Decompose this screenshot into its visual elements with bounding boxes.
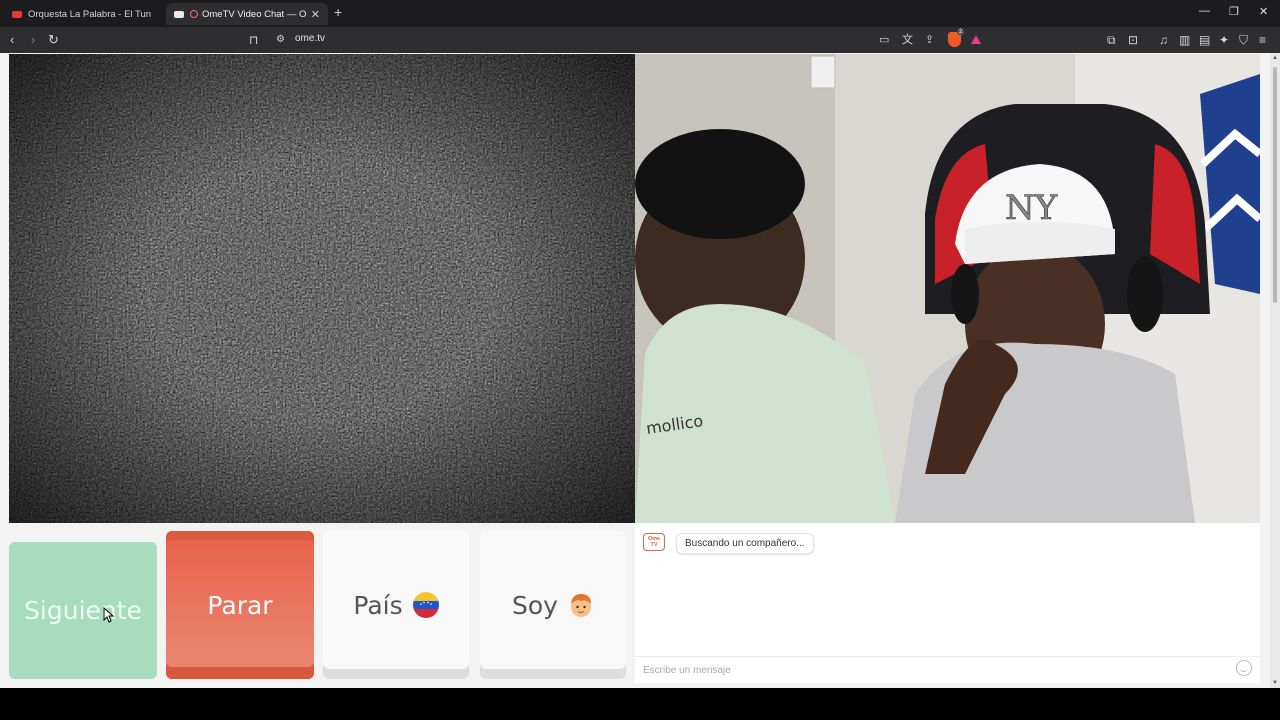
cast-icon[interactable]: ▭ [879,32,889,48]
recording-icon [190,10,198,18]
new-tab-icon[interactable]: + [334,4,342,20]
mouse-cursor-icon [103,607,115,623]
venezuela-flag-icon [412,592,439,618]
emoji-icon[interactable] [1236,660,1252,676]
translate-icon[interactable]: 文 [902,32,913,48]
minimize-icon[interactable]: — [1199,5,1210,17]
scrollbar-thumb[interactable] [1273,67,1277,303]
shield-count-badge: 2 [957,29,965,35]
youtube-icon [12,10,22,18]
taskbar-area [0,688,1280,720]
back-icon[interactable]: ‹ [10,32,14,48]
stop-label: Parar [207,590,273,620]
country-button[interactable]: País [323,531,469,679]
chat-panel: Ome TV Buscando un compañero... [635,523,1260,683]
menu-icon[interactable]: ≡ [1259,32,1266,48]
page-scrollbar[interactable]: ▲ ▼ [1270,53,1280,688]
sidebar-icon[interactable]: ▥ [1179,32,1190,48]
browser-toolbar: ‹ › ↻ ⊓ ⚙ ome.tv ▭ 文 ⇪ 2 ⧉ ⊡ ♫ ▥ ▤ ✦ ⛉ ≡ [0,27,1280,53]
svg-text:NY: NY [1005,188,1058,228]
scroll-up-icon[interactable]: ▲ [1272,55,1278,61]
tab-youtube[interactable]: Orquesta La Palabra - El Tun Tun De [4,3,160,25]
site-info-icon[interactable]: ⚙ [276,32,285,48]
tab-bar: Orquesta La Palabra - El Tun Tun De OmeT… [0,0,1280,27]
tab-label: OmeTV Video Chat — Omeg [202,8,307,20]
tab-search-icon[interactable]: ⊡ [1128,32,1138,48]
self-camera-video: mollico NY [635,54,1260,523]
vpn-icon[interactable]: ⛉ [1239,32,1248,48]
tab-ometv[interactable]: OmeTV Video Chat — Omeg ✕ [166,3,328,25]
scroll-down-icon[interactable]: ▼ [1272,680,1278,686]
next-button[interactable]: Siguiente [9,542,157,679]
close-tab-icon[interactable]: ✕ [311,8,320,21]
partner-video [9,54,635,523]
leo-ai-icon[interactable]: ✦ [1219,32,1229,48]
next-label: Siguiente [24,596,142,625]
restore-icon[interactable]: ❐ [1229,5,1239,18]
media-icon[interactable]: ♫ [1159,32,1168,48]
boy-emoji-icon [568,592,594,618]
stop-button[interactable]: Parar [166,531,314,679]
status-message: Buscando un compañero... [676,533,814,554]
bookmark-icon[interactable]: ⊓ [249,32,258,48]
tab-label: Orquesta La Palabra - El Tun Tun De [28,8,152,20]
rewards-icon[interactable] [971,35,981,44]
extensions-icon[interactable]: ⧉ [1107,32,1116,48]
gender-button[interactable]: Soy [480,531,626,679]
message-input[interactable] [635,656,1260,683]
country-label: País [353,590,403,620]
close-window-icon[interactable]: ✕ [1259,5,1268,18]
ometv-logo: Ome TV [643,533,665,551]
forward-icon[interactable]: › [31,32,35,48]
reload-icon[interactable]: ↻ [48,32,59,48]
gender-label: Soy [512,590,558,620]
wallet-icon[interactable]: ▤ [1199,32,1210,48]
address-bar[interactable]: ome.tv [295,33,325,44]
ometv-favicon-icon [174,10,184,18]
share-icon[interactable]: ⇪ [925,32,934,48]
